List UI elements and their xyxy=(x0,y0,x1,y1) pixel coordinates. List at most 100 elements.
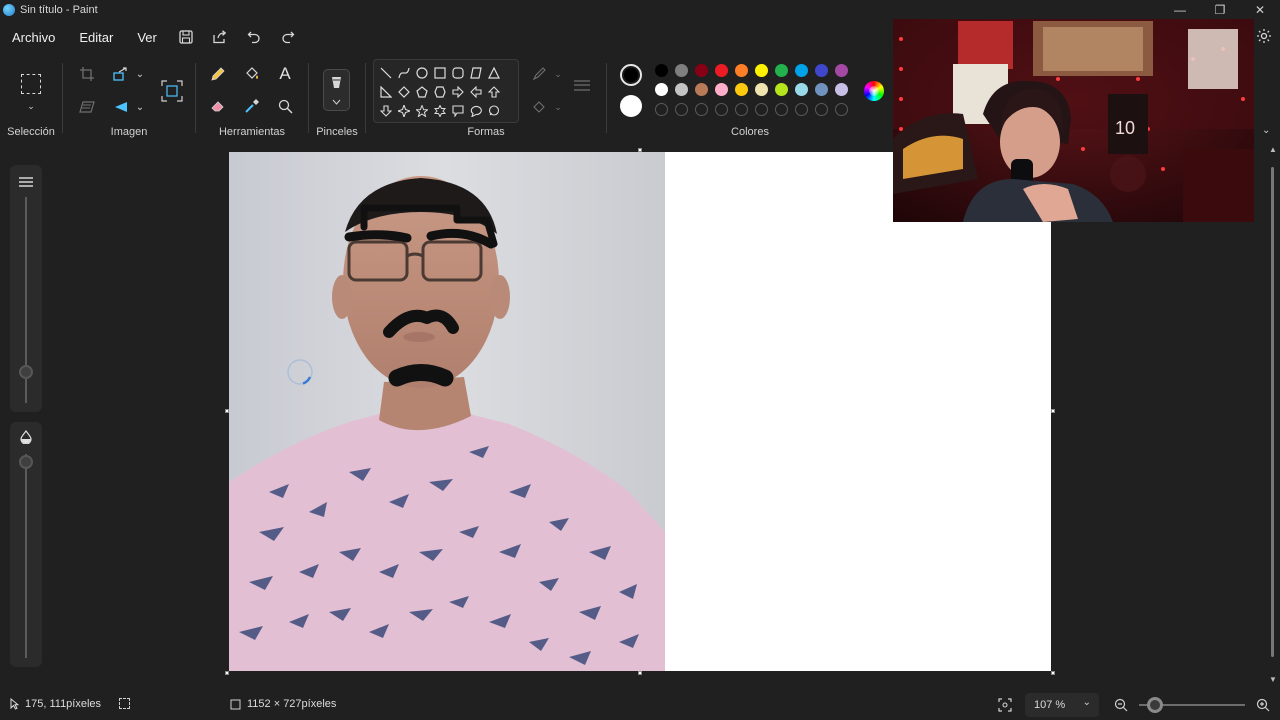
chevron-down-icon[interactable]: ⌄ xyxy=(127,61,153,87)
size-slider[interactable] xyxy=(10,165,42,412)
custom-color-slot[interactable] xyxy=(835,103,848,116)
eraser-icon[interactable] xyxy=(205,93,231,119)
color-swatch[interactable] xyxy=(735,83,748,96)
blank-canvas-area[interactable] xyxy=(665,152,1051,671)
custom-color-slot[interactable] xyxy=(715,103,728,116)
color-swatch[interactable] xyxy=(795,64,808,77)
custom-color-slot[interactable] xyxy=(795,103,808,116)
skew-icon[interactable] xyxy=(74,94,100,120)
undo-icon[interactable] xyxy=(237,22,271,52)
secondary-color-swatch[interactable] xyxy=(620,95,642,117)
zoom-slider-thumb[interactable] xyxy=(1147,697,1163,713)
heart-shape-icon[interactable] xyxy=(378,120,394,122)
custom-color-slot[interactable] xyxy=(755,103,768,116)
color-picker-icon[interactable] xyxy=(239,93,265,119)
color-swatch[interactable] xyxy=(735,64,748,77)
hexagon-shape-icon[interactable] xyxy=(432,84,448,100)
color-swatch[interactable] xyxy=(715,83,728,96)
oval-shape-icon[interactable] xyxy=(414,65,430,81)
drawing-canvas[interactable] xyxy=(229,152,1051,671)
color-swatch[interactable] xyxy=(675,83,688,96)
four-point-star-shape-icon[interactable] xyxy=(396,103,412,119)
fit-to-window-icon[interactable] xyxy=(998,698,1012,715)
color-swatch[interactable] xyxy=(815,64,828,77)
collapse-ribbon-chevron-icon[interactable]: ⌄ xyxy=(1262,125,1270,136)
pentagon-shape-icon[interactable] xyxy=(414,84,430,100)
curve-shape-icon[interactable] xyxy=(396,65,412,81)
resize-handle-bottom-left[interactable] xyxy=(225,671,229,675)
crop-icon[interactable] xyxy=(74,61,100,87)
rectangle-shape-icon[interactable] xyxy=(432,65,448,81)
cloud-callout-shape-icon[interactable] xyxy=(486,103,502,119)
color-swatch[interactable] xyxy=(755,83,768,96)
brush-selector-button[interactable] xyxy=(323,69,350,111)
color-swatch[interactable] xyxy=(775,64,788,77)
save-icon[interactable] xyxy=(169,22,203,52)
color-swatch[interactable] xyxy=(715,64,728,77)
opacity-slider[interactable] xyxy=(10,422,42,667)
rounded-rectangle-shape-icon[interactable] xyxy=(450,65,466,81)
primary-color-swatch[interactable] xyxy=(620,64,642,86)
right-arrow-shape-icon[interactable] xyxy=(450,84,466,100)
text-icon[interactable]: A xyxy=(272,61,298,87)
resize-handle-bottom-right[interactable] xyxy=(1051,671,1055,675)
color-swatch[interactable] xyxy=(655,83,668,96)
edit-colors-icon[interactable] xyxy=(864,81,884,101)
resize-handle-top[interactable] xyxy=(638,148,642,152)
five-point-star-shape-icon[interactable] xyxy=(414,103,430,119)
resize-handle-bottom[interactable] xyxy=(638,671,642,675)
chevron-down-icon[interactable]: ⌄ xyxy=(545,61,571,87)
polygon-shape-icon[interactable] xyxy=(468,65,484,81)
redo-icon[interactable] xyxy=(271,22,305,52)
color-swatch[interactable] xyxy=(835,64,848,77)
image-background-icon[interactable] xyxy=(158,77,186,105)
menu-file[interactable]: Archivo xyxy=(0,30,67,45)
zoom-in-icon[interactable] xyxy=(1256,698,1270,715)
custom-color-slot[interactable] xyxy=(675,103,688,116)
color-swatch[interactable] xyxy=(775,83,788,96)
chevron-down-icon[interactable]: ⌄ xyxy=(545,94,571,120)
menu-view[interactable]: Ver xyxy=(125,30,169,45)
color-swatch[interactable] xyxy=(675,64,688,77)
color-swatch[interactable] xyxy=(755,64,768,77)
custom-color-slot[interactable] xyxy=(695,103,708,116)
zoom-dropdown[interactable]: 107 % ⌄ xyxy=(1025,693,1099,717)
right-triangle-shape-icon[interactable] xyxy=(378,84,394,100)
color-swatch[interactable] xyxy=(815,83,828,96)
color-swatch[interactable] xyxy=(695,83,708,96)
size-slider-thumb[interactable] xyxy=(19,365,33,379)
oval-callout-shape-icon[interactable] xyxy=(468,103,484,119)
chevron-down-icon[interactable]: ⌄ xyxy=(18,93,44,119)
scroll-down-icon[interactable]: ▼ xyxy=(1269,675,1277,684)
scroll-up-icon[interactable]: ▲ xyxy=(1269,145,1277,154)
line-shape-icon[interactable] xyxy=(378,65,394,81)
stroke-size-icon[interactable] xyxy=(569,73,595,99)
chevron-down-icon[interactable]: ⌄ xyxy=(127,94,153,120)
restore-button[interactable]: ❐ xyxy=(1200,0,1240,19)
diamond-shape-icon[interactable] xyxy=(396,84,412,100)
menu-edit[interactable]: Editar xyxy=(67,30,125,45)
custom-color-slot[interactable] xyxy=(735,103,748,116)
resize-handle-right[interactable] xyxy=(1051,409,1055,413)
color-swatch[interactable] xyxy=(655,64,668,77)
lightning-shape-icon[interactable] xyxy=(396,120,412,122)
close-button[interactable]: ✕ xyxy=(1240,0,1280,19)
custom-color-slot[interactable] xyxy=(655,103,668,116)
triangle-shape-icon[interactable] xyxy=(486,65,502,81)
zoom-out-icon[interactable] xyxy=(1114,698,1128,715)
down-arrow-shape-icon[interactable] xyxy=(378,103,394,119)
color-swatch[interactable] xyxy=(795,83,808,96)
color-swatch[interactable] xyxy=(835,83,848,96)
fill-bucket-icon[interactable] xyxy=(239,61,265,87)
share-icon[interactable] xyxy=(203,22,237,52)
left-arrow-shape-icon[interactable] xyxy=(468,84,484,100)
resize-handle-left[interactable] xyxy=(225,409,229,413)
custom-color-slot[interactable] xyxy=(775,103,788,116)
settings-gear-icon[interactable] xyxy=(1256,28,1272,44)
pencil-icon[interactable] xyxy=(205,61,231,87)
minimize-button[interactable]: — xyxy=(1160,0,1200,19)
scrollbar-thumb[interactable] xyxy=(1271,167,1274,657)
color-swatch[interactable] xyxy=(695,64,708,77)
opacity-slider-thumb[interactable] xyxy=(19,455,33,469)
up-arrow-shape-icon[interactable] xyxy=(486,84,502,100)
